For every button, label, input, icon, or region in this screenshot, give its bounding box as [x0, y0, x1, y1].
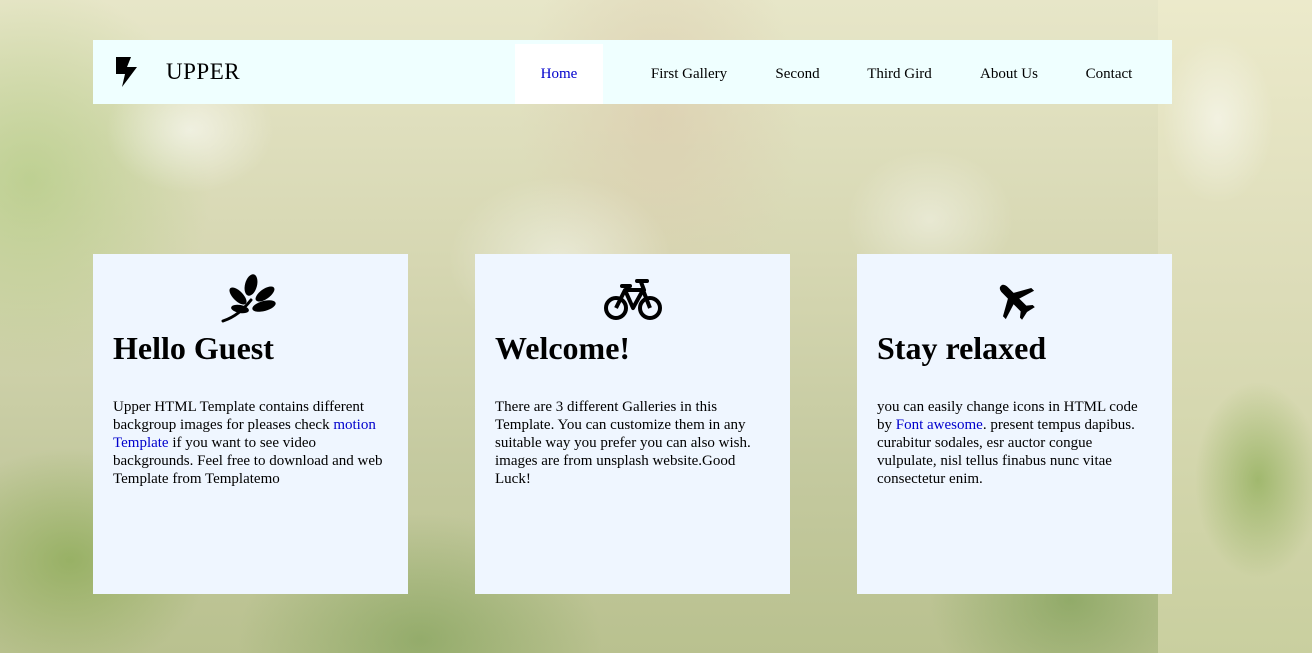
- leaf-icon: [221, 272, 281, 324]
- card-title: Hello Guest: [113, 330, 274, 366]
- card-title: Stay relaxed: [877, 330, 1047, 366]
- card-text-part: Upper HTML Template contains different b…: [113, 399, 365, 433]
- nav-item-second[interactable]: Second: [775, 44, 820, 104]
- bolt-icon: [113, 56, 143, 88]
- card-hello-guest: Hello Guest Upper HTML Template contains…: [93, 254, 408, 594]
- nav-menu: Home First Gallery Second Third Gird Abo…: [515, 44, 1179, 104]
- card-welcome: Welcome! There are 3 different Galleries…: [475, 254, 790, 594]
- nav-item-home[interactable]: Home: [515, 44, 603, 104]
- brand-name: UPPER: [166, 59, 241, 84]
- bicycle-icon: [603, 272, 663, 324]
- nav-item-about-us[interactable]: About Us: [979, 44, 1039, 104]
- nav-item-first-gallery[interactable]: First Gallery: [603, 44, 775, 104]
- card-title: Welcome!: [495, 330, 631, 366]
- brand-link[interactable]: UPPER: [113, 40, 240, 104]
- card-text: There are 3 different Galleries in this …: [495, 399, 751, 487]
- plane-icon: [985, 272, 1045, 324]
- card-text: you can easily change icons in HTML code…: [877, 398, 1152, 488]
- background-right-panel: [1158, 0, 1312, 653]
- font-awesome-link[interactable]: Font awesome: [896, 417, 983, 433]
- card-text: Upper HTML Template contains different b…: [113, 398, 388, 488]
- top-navbar: UPPER Home First Gallery Second Third Gi…: [93, 40, 1172, 104]
- card-stay-relaxed: Stay relaxed you can easily change icons…: [857, 254, 1172, 594]
- nav-item-third-gird[interactable]: Third Gird: [820, 44, 979, 104]
- nav-item-contact[interactable]: Contact: [1039, 44, 1179, 104]
